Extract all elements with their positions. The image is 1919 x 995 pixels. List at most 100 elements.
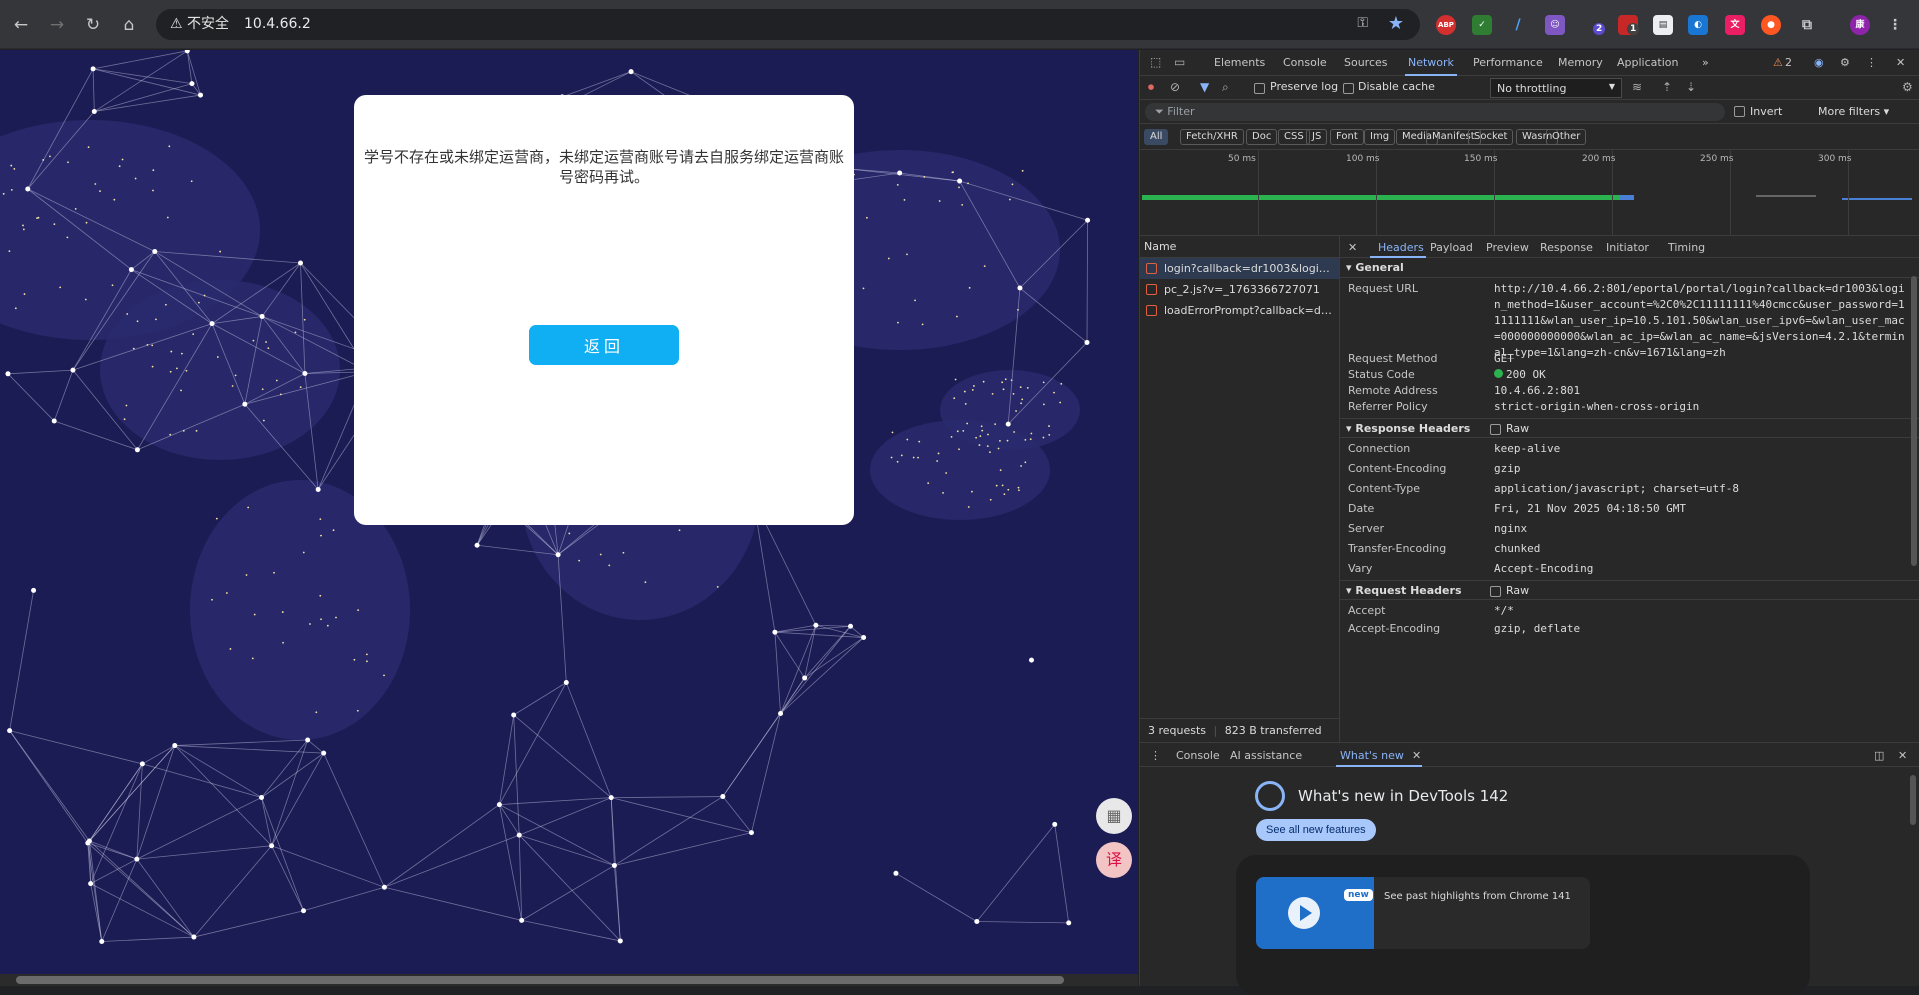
- tab-payload[interactable]: Payload: [1430, 241, 1473, 254]
- import-har-icon[interactable]: ⇡: [1662, 80, 1672, 94]
- see-all-features-button[interactable]: See all new features: [1256, 819, 1376, 841]
- type-filter-fetchxhr[interactable]: Fetch/XHR: [1180, 129, 1244, 145]
- name-column-header[interactable]: Name: [1140, 236, 1339, 258]
- more-filters-dropdown[interactable]: More filters ▾: [1818, 105, 1889, 118]
- url-text[interactable]: 10.4.66.2: [244, 14, 311, 35]
- header-value[interactable]: nginx: [1494, 521, 1906, 537]
- network-settings-icon[interactable]: ⚙: [1902, 80, 1913, 94]
- header-value[interactable]: gzip, deflate: [1494, 621, 1906, 637]
- request-row[interactable]: loadErrorPrompt?callback=d…: [1140, 300, 1339, 321]
- qr-grid-icon[interactable]: ▦: [1096, 798, 1132, 834]
- type-filter-css[interactable]: CSS: [1278, 129, 1310, 145]
- clear-icon[interactable]: ⊘: [1170, 80, 1180, 94]
- bookmark-star-icon[interactable]: ★: [1388, 13, 1404, 34]
- drawer-scrollbar-thumb[interactable]: [1910, 775, 1916, 825]
- header-value[interactable]: */*: [1494, 603, 1906, 619]
- tab-elements[interactable]: Elements: [1214, 56, 1265, 69]
- header-value[interactable]: chunked: [1494, 541, 1906, 557]
- translate-extension-icon[interactable]: 文: [1725, 15, 1745, 35]
- network-conditions-icon[interactable]: ≋: [1632, 80, 1642, 94]
- extension-icon-badge[interactable]: 2: [1583, 15, 1603, 35]
- forward-arrow-icon[interactable]: →: [44, 12, 70, 38]
- throttling-select[interactable]: No throttling▼: [1490, 78, 1622, 98]
- tab-console[interactable]: Console: [1283, 56, 1327, 69]
- invert-checkbox[interactable]: [1734, 106, 1745, 117]
- preserve-log-checkbox[interactable]: [1254, 83, 1265, 94]
- tab-timing[interactable]: Timing: [1668, 241, 1705, 254]
- detail-vertical-scrollbar[interactable]: [1909, 236, 1919, 742]
- home-icon[interactable]: ⌂: [116, 12, 142, 38]
- inspect-element-icon[interactable]: ⬚: [1150, 55, 1161, 69]
- type-filter-img[interactable]: Img: [1364, 129, 1395, 145]
- horizontal-scrollbar[interactable]: [0, 974, 1138, 986]
- tab-application[interactable]: Application: [1617, 56, 1678, 69]
- type-filter-all[interactable]: All: [1144, 129, 1168, 145]
- type-filter-js[interactable]: JS: [1306, 129, 1327, 145]
- type-filter-doc[interactable]: Doc: [1246, 129, 1277, 145]
- close-tab-icon[interactable]: ✕: [1412, 749, 1421, 762]
- translate-float-icon[interactable]: 译: [1096, 842, 1132, 878]
- export-har-icon[interactable]: ⇣: [1686, 80, 1696, 94]
- response-headers-section-header[interactable]: ▾ Response Headers Raw: [1340, 418, 1919, 438]
- more-tabs-icon[interactable]: »: [1702, 56, 1709, 69]
- reload-icon[interactable]: ↻: [80, 12, 106, 38]
- header-value[interactable]: keep-alive: [1494, 441, 1906, 457]
- bot-extension-icon[interactable]: ☺: [1545, 15, 1565, 35]
- tab-preview[interactable]: Preview: [1486, 241, 1529, 254]
- request-row[interactable]: pc_2.js?v=_1763366727071: [1140, 279, 1339, 300]
- security-warning-chip[interactable]: ⚠ 不安全: [164, 14, 235, 35]
- tab-response[interactable]: Response: [1540, 241, 1593, 254]
- search-icon[interactable]: ⌕: [1222, 80, 1229, 95]
- device-toolbar-icon[interactable]: ▭: [1174, 55, 1185, 69]
- header-value[interactable]: gzip: [1494, 461, 1906, 477]
- devtools-menu-icon[interactable]: ⋮: [1866, 56, 1877, 69]
- drawer-tab-ai-assistance[interactable]: AI assistance: [1230, 749, 1302, 762]
- tab-initiator[interactable]: Initiator: [1606, 241, 1649, 254]
- puzzle-extensions-icon[interactable]: ⧉: [1797, 15, 1817, 35]
- drawer-menu-icon[interactable]: ⋮: [1150, 749, 1161, 762]
- close-devtools-icon[interactable]: ✕: [1896, 56, 1905, 69]
- shield-extension-icon[interactable]: ✓: [1472, 15, 1492, 35]
- drawer-tab-console[interactable]: Console: [1176, 749, 1220, 762]
- type-filter-other[interactable]: Other: [1546, 129, 1586, 145]
- tab-memory[interactable]: Memory: [1558, 56, 1603, 69]
- close-drawer-icon[interactable]: ✕: [1898, 749, 1907, 762]
- back-button[interactable]: 返回: [529, 325, 679, 365]
- chart-extension-icon[interactable]: /: [1508, 15, 1528, 35]
- request-row[interactable]: login?callback=dr1003&logi…: [1140, 258, 1339, 279]
- type-filter-socket[interactable]: Socket: [1468, 129, 1513, 145]
- header-value[interactable]: strict-origin-when-cross-origin: [1494, 399, 1906, 415]
- adblock-extension-icon[interactable]: ABP: [1436, 15, 1456, 35]
- screenshot-extension-icon[interactable]: ◐: [1688, 15, 1708, 35]
- network-overview-timeline[interactable]: 50 ms100 ms150 ms200 ms250 ms300 ms: [1140, 150, 1919, 236]
- red-extension-icon[interactable]: 1: [1618, 15, 1638, 35]
- request-headers-section-header[interactable]: ▾ Request Headers Raw: [1340, 580, 1919, 600]
- raw-checkbox[interactable]: [1490, 586, 1501, 597]
- issues-count[interactable]: 2: [1785, 56, 1792, 69]
- tab-performance[interactable]: Performance: [1473, 56, 1543, 69]
- tab-headers[interactable]: Headers: [1378, 241, 1424, 254]
- disable-cache-checkbox[interactable]: [1343, 83, 1354, 94]
- scrollbar-thumb[interactable]: [1911, 276, 1917, 566]
- raw-checkbox[interactable]: [1490, 424, 1501, 435]
- extension-badge-icon[interactable]: ◉: [1814, 56, 1824, 69]
- warning-icon[interactable]: ⚠: [1773, 56, 1783, 69]
- highlight-item[interactable]: new See past highlights from Chrome 141: [1256, 877, 1590, 949]
- profile-avatar[interactable]: 康: [1850, 15, 1870, 35]
- filter-funnel-icon[interactable]: ▼: [1200, 80, 1209, 94]
- back-arrow-icon[interactable]: ←: [8, 12, 34, 38]
- orange-extension-icon[interactable]: ●: [1761, 15, 1781, 35]
- address-bar[interactable]: ⚠ 不安全 10.4.66.2 ⚿ ★: [156, 9, 1420, 40]
- document-extension-icon[interactable]: ▤: [1653, 15, 1673, 35]
- scrollbar-thumb[interactable]: [16, 976, 1064, 984]
- type-filter-font[interactable]: Font: [1330, 129, 1364, 145]
- header-value[interactable]: Accept-Encoding: [1494, 561, 1906, 577]
- settings-gear-icon[interactable]: ⚙: [1840, 56, 1850, 69]
- tab-network[interactable]: Network: [1408, 56, 1454, 69]
- header-value[interactable]: application/javascript; charset=utf-8: [1494, 481, 1906, 497]
- play-video-thumbnail[interactable]: new: [1256, 877, 1374, 949]
- password-key-icon[interactable]: ⚿: [1357, 15, 1368, 31]
- tab-sources[interactable]: Sources: [1344, 56, 1388, 69]
- record-stop-icon[interactable]: ⏺: [1148, 80, 1154, 95]
- header-value[interactable]: Fri, 21 Nov 2025 04:18:50 GMT: [1494, 501, 1906, 517]
